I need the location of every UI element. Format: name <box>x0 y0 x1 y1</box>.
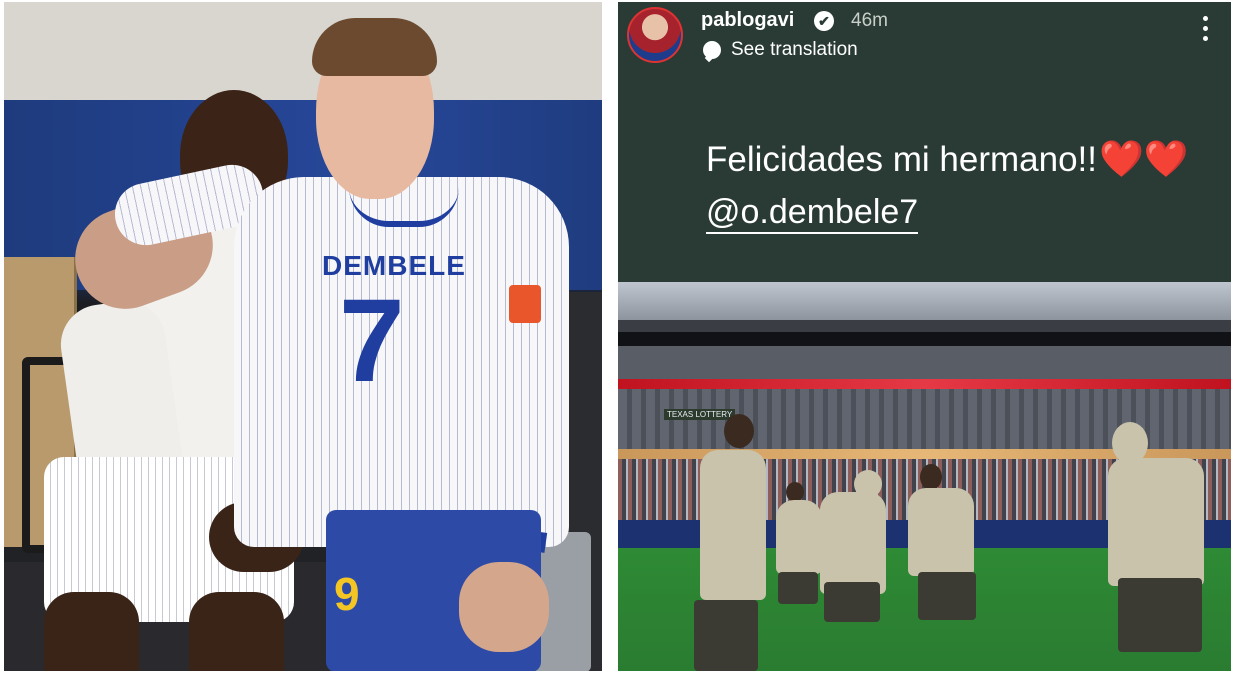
story-header: pablogavi ✔ 46m See translation <box>618 2 1231 72</box>
mention-link[interactable]: @o.dembele7 <box>706 192 919 234</box>
player <box>776 500 822 574</box>
scoreboard-sign: TEXAS LOTTERY <box>664 409 736 420</box>
username[interactable]: pablogavi <box>701 9 794 32</box>
red-ribbon-board <box>618 379 1231 389</box>
timestamp: 46m <box>851 10 888 31</box>
player <box>1108 458 1204 586</box>
stadium-roof <box>618 282 1231 320</box>
player <box>908 488 974 576</box>
see-translation-button[interactable]: See translation <box>731 39 858 61</box>
person-b-hair <box>312 18 437 76</box>
person-b-hand <box>459 562 549 652</box>
person-a-leg <box>44 592 139 671</box>
instagram-story[interactable]: pablogavi ✔ 46m See translation Felicida… <box>618 2 1231 671</box>
nations-league-badge <box>509 285 541 323</box>
player-shorts <box>824 582 880 622</box>
player-shorts <box>918 572 976 620</box>
player-shorts <box>1118 578 1202 652</box>
upper-stands <box>618 346 1231 379</box>
player-shorts <box>694 600 758 671</box>
player-head <box>786 482 804 502</box>
jersey-number: 7 <box>339 275 405 407</box>
player <box>820 492 886 594</box>
verified-badge-icon: ✔ <box>814 11 834 31</box>
stadium-photo: TEXAS LOTTERY <box>618 282 1231 671</box>
person-a-leg <box>189 592 284 671</box>
translation-bubble-icon <box>703 41 721 59</box>
ribbon-board <box>618 332 1231 346</box>
shorts-number: 9 <box>334 568 360 620</box>
player <box>700 450 766 600</box>
story-caption: Felicidades mi hermano!!❤️❤️ <box>706 138 1189 180</box>
player-shorts <box>778 572 818 604</box>
caption-text: Felicidades mi hermano!! <box>706 140 1097 179</box>
player-head <box>724 414 754 448</box>
player-head <box>920 464 942 490</box>
more-options-icon[interactable] <box>1203 16 1209 46</box>
avatar[interactable] <box>627 7 683 63</box>
heart-icon: ❤️❤️ <box>1099 138 1189 179</box>
wall <box>4 2 602 100</box>
left-photo: DEMBELE 7 9 <box>4 2 602 671</box>
